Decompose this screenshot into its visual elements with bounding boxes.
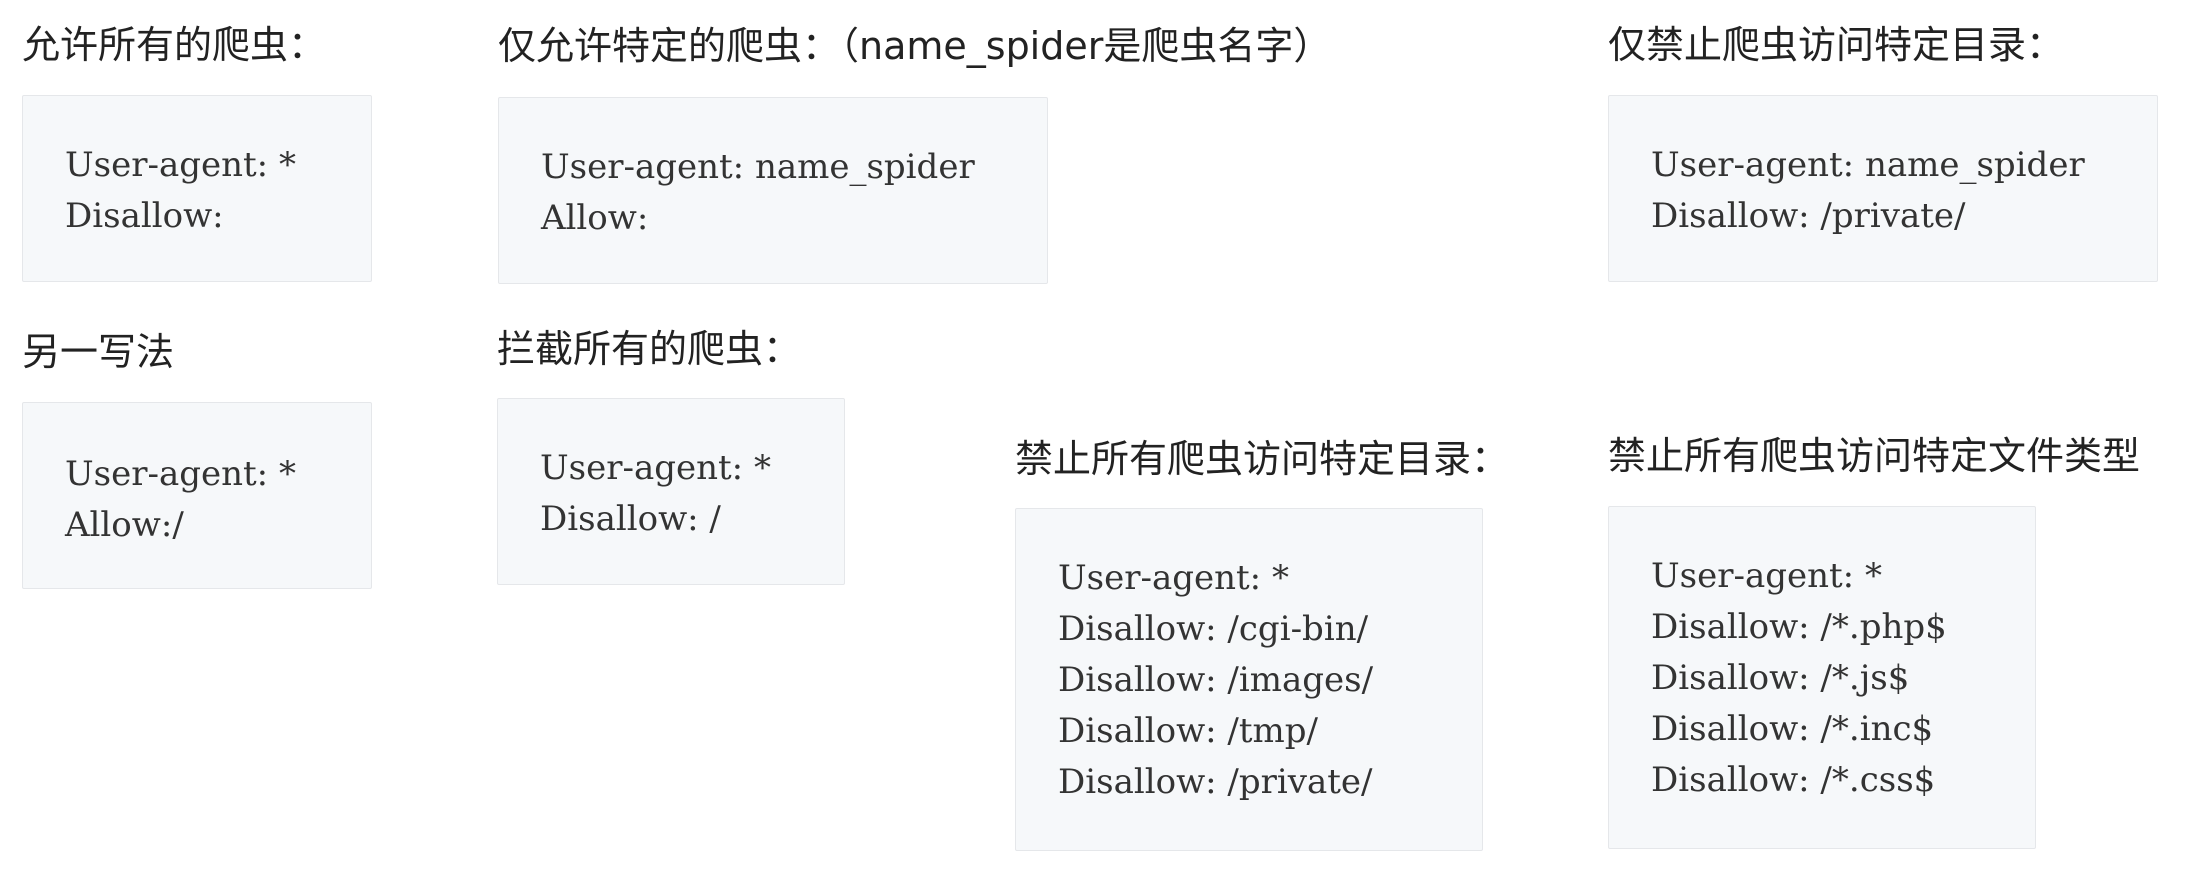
disallow-spider-directory-code-block: User-agent: name_spider Disallow: /priva… — [1608, 95, 2158, 282]
alternative-syntax-code-block: User-agent: * Allow:/ — [22, 402, 372, 589]
allow-all-code-block: User-agent: * Disallow: — [22, 95, 372, 282]
code-line: Disallow: /cgi-bin/ — [1058, 609, 1369, 649]
disallow-file-types-code-block: User-agent: * Disallow: /*.php$ Disallow… — [1608, 506, 2036, 849]
allow-specific-spider-code-block: User-agent: name_spider Allow: — [498, 97, 1048, 284]
code-line: User-agent: * — [1651, 556, 1882, 596]
code-line: Disallow: /*.inc$ — [1651, 709, 1934, 749]
code-line: Allow:/ — [65, 505, 184, 545]
code-line: User-agent: * — [65, 454, 296, 494]
disallow-spider-directory-title: 仅禁止爬虫访问特定目录： — [1608, 23, 2065, 67]
allow-specific-spider-title: 仅允许特定的爬虫：（name_spider是爬虫名字） — [498, 24, 1332, 68]
code-line: Disallow: /private/ — [1058, 762, 1373, 802]
alternative-syntax-title: 另一写法 — [22, 330, 175, 374]
disallow-directories-code-block: User-agent: * Disallow: /cgi-bin/ Disall… — [1015, 508, 1483, 851]
code-line: Allow: — [541, 198, 649, 238]
disallow-file-types-title: 禁止所有爬虫访问特定文件类型 — [1608, 434, 2141, 478]
block-all-spiders-code-block: User-agent: * Disallow: / — [497, 398, 845, 585]
code-line: Disallow: /images/ — [1058, 660, 1374, 700]
block-all-spiders-title: 拦截所有的爬虫： — [497, 327, 802, 371]
code-line: User-agent: name_spider — [541, 147, 975, 187]
code-line: User-agent: * — [540, 448, 771, 488]
code-line: User-agent: * — [65, 145, 296, 185]
code-line: User-agent: * — [1058, 558, 1289, 598]
disallow-directories-title: 禁止所有爬虫访问特定目录： — [1015, 437, 1510, 481]
code-line: Disallow: /*.js$ — [1651, 658, 1910, 698]
code-line: Disallow: — [65, 196, 224, 236]
allow-all-title: 允许所有的爬虫： — [22, 23, 327, 67]
code-line: Disallow: /*.php$ — [1651, 607, 1947, 647]
code-line: Disallow: /*.css$ — [1651, 760, 1936, 800]
code-line: Disallow: /tmp/ — [1058, 711, 1319, 751]
code-line: User-agent: name_spider — [1651, 145, 2085, 185]
code-line: Disallow: / — [540, 499, 721, 539]
code-line: Disallow: /private/ — [1651, 196, 1966, 236]
